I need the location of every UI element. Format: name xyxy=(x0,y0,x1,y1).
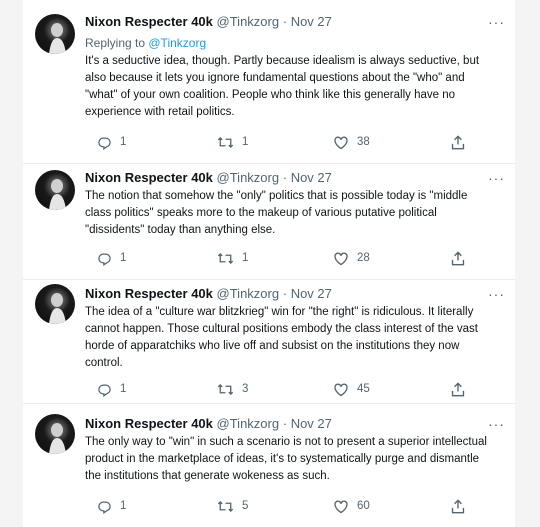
retweet-count: 5 xyxy=(242,500,249,512)
retweet-count: 1 xyxy=(242,136,249,148)
reply-to-link[interactable]: @Tinkzorg xyxy=(148,36,206,50)
tweet-text: It's a seductive idea, though. Partly be… xyxy=(85,55,480,118)
heart-icon xyxy=(333,382,349,397)
more-icon[interactable]: ··· xyxy=(488,14,505,30)
action-bar: 1 1 28 xyxy=(81,249,465,267)
like-button[interactable]: 60 xyxy=(333,497,370,515)
separator-dot: · xyxy=(282,14,288,29)
reply-icon xyxy=(97,499,112,514)
avatar[interactable] xyxy=(35,170,75,210)
reply-count: 1 xyxy=(120,383,127,395)
retweet-icon xyxy=(217,251,234,266)
reply-count: 1 xyxy=(120,136,127,148)
retweet-button[interactable]: 1 xyxy=(217,133,248,151)
share-icon xyxy=(451,498,465,514)
display-name[interactable]: Nixon Respecter 40k xyxy=(85,14,213,29)
share-button[interactable] xyxy=(451,380,465,398)
timestamp[interactable]: Nov 27 xyxy=(291,416,332,431)
heart-icon xyxy=(333,251,349,266)
reply-icon xyxy=(97,251,112,266)
tweet-header: Nixon Respecter 40k @Tinkzorg · Nov 27 xyxy=(85,286,495,302)
reply-icon xyxy=(97,382,112,397)
timestamp[interactable]: Nov 27 xyxy=(291,286,332,301)
retweet-button[interactable]: 5 xyxy=(217,497,248,515)
action-bar: 1 1 38 xyxy=(81,133,465,151)
retweet-icon xyxy=(217,382,234,397)
tweet-text: The notion that somehow the "only" polit… xyxy=(85,190,468,236)
share-icon xyxy=(451,250,465,266)
like-button[interactable]: 38 xyxy=(333,133,370,151)
reply-button[interactable]: 1 xyxy=(97,133,126,151)
reply-count: 1 xyxy=(120,252,127,264)
tweet-header: Nixon Respecter 40k @Tinkzorg · Nov 27 xyxy=(85,170,495,186)
action-bar: 1 3 45 xyxy=(81,380,465,398)
timeline: Nixon Respecter 40k @Tinkzorg · Nov 27 ·… xyxy=(23,0,515,527)
share-icon xyxy=(451,134,465,150)
retweet-icon xyxy=(217,499,234,514)
avatar[interactable] xyxy=(35,14,75,54)
reply-prefix: Replying to xyxy=(85,36,149,50)
handle[interactable]: @Tinkzorg xyxy=(217,286,280,301)
like-button[interactable]: 45 xyxy=(333,380,370,398)
display-name[interactable]: Nixon Respecter 40k xyxy=(85,286,213,301)
reply-count: 1 xyxy=(120,500,127,512)
tweet-text: The only way to "win" in such a scenario… xyxy=(85,436,487,482)
share-button[interactable] xyxy=(451,133,465,151)
more-icon[interactable]: ··· xyxy=(488,416,505,432)
action-bar: 1 5 60 xyxy=(81,497,465,515)
display-name[interactable]: Nixon Respecter 40k xyxy=(85,170,213,185)
tweet[interactable]: Nixon Respecter 40k @Tinkzorg · Nov 27 ·… xyxy=(23,164,515,280)
reply-button[interactable]: 1 xyxy=(97,249,126,267)
handle[interactable]: @Tinkzorg xyxy=(217,14,280,29)
tweet-text: The idea of a "culture war blitzkrieg" w… xyxy=(85,306,478,369)
tweet[interactable]: Nixon Respecter 40k @Tinkzorg · Nov 27 ·… xyxy=(23,404,515,527)
like-count: 60 xyxy=(357,500,370,512)
retweet-icon xyxy=(217,135,234,150)
share-button[interactable] xyxy=(451,249,465,267)
share-button[interactable] xyxy=(451,497,465,515)
retweet-button[interactable]: 1 xyxy=(217,249,248,267)
timestamp[interactable]: Nov 27 xyxy=(291,14,332,29)
tweet-header: Nixon Respecter 40k @Tinkzorg · Nov 27 xyxy=(85,416,495,432)
retweet-count: 1 xyxy=(242,252,249,264)
tweet[interactable]: Nixon Respecter 40k @Tinkzorg · Nov 27 ·… xyxy=(23,280,515,404)
reply-context: Replying to @Tinkzorg xyxy=(85,35,206,51)
separator-dot: · xyxy=(282,286,288,301)
handle[interactable]: @Tinkzorg xyxy=(217,170,280,185)
retweet-button[interactable]: 3 xyxy=(217,380,248,398)
retweet-count: 3 xyxy=(242,383,249,395)
handle[interactable]: @Tinkzorg xyxy=(217,416,280,431)
like-count: 28 xyxy=(357,252,370,264)
avatar[interactable] xyxy=(35,284,75,324)
reply-button[interactable]: 1 xyxy=(97,380,126,398)
like-count: 38 xyxy=(357,136,370,148)
heart-icon xyxy=(333,499,349,514)
display-name[interactable]: Nixon Respecter 40k xyxy=(85,416,213,431)
reply-button[interactable]: 1 xyxy=(97,497,126,515)
like-button[interactable]: 28 xyxy=(333,249,370,267)
reply-icon xyxy=(97,135,112,150)
share-icon xyxy=(451,381,465,397)
like-count: 45 xyxy=(357,383,370,395)
avatar[interactable] xyxy=(35,414,75,454)
tweet[interactable]: Nixon Respecter 40k @Tinkzorg · Nov 27 ·… xyxy=(23,0,515,164)
tweet-header: Nixon Respecter 40k @Tinkzorg · Nov 27 xyxy=(85,14,495,30)
more-icon[interactable]: ··· xyxy=(488,286,505,302)
more-icon[interactable]: ··· xyxy=(488,170,505,186)
separator-dot: · xyxy=(282,416,288,431)
timestamp[interactable]: Nov 27 xyxy=(291,170,332,185)
heart-icon xyxy=(333,135,349,150)
separator-dot: · xyxy=(282,170,288,185)
